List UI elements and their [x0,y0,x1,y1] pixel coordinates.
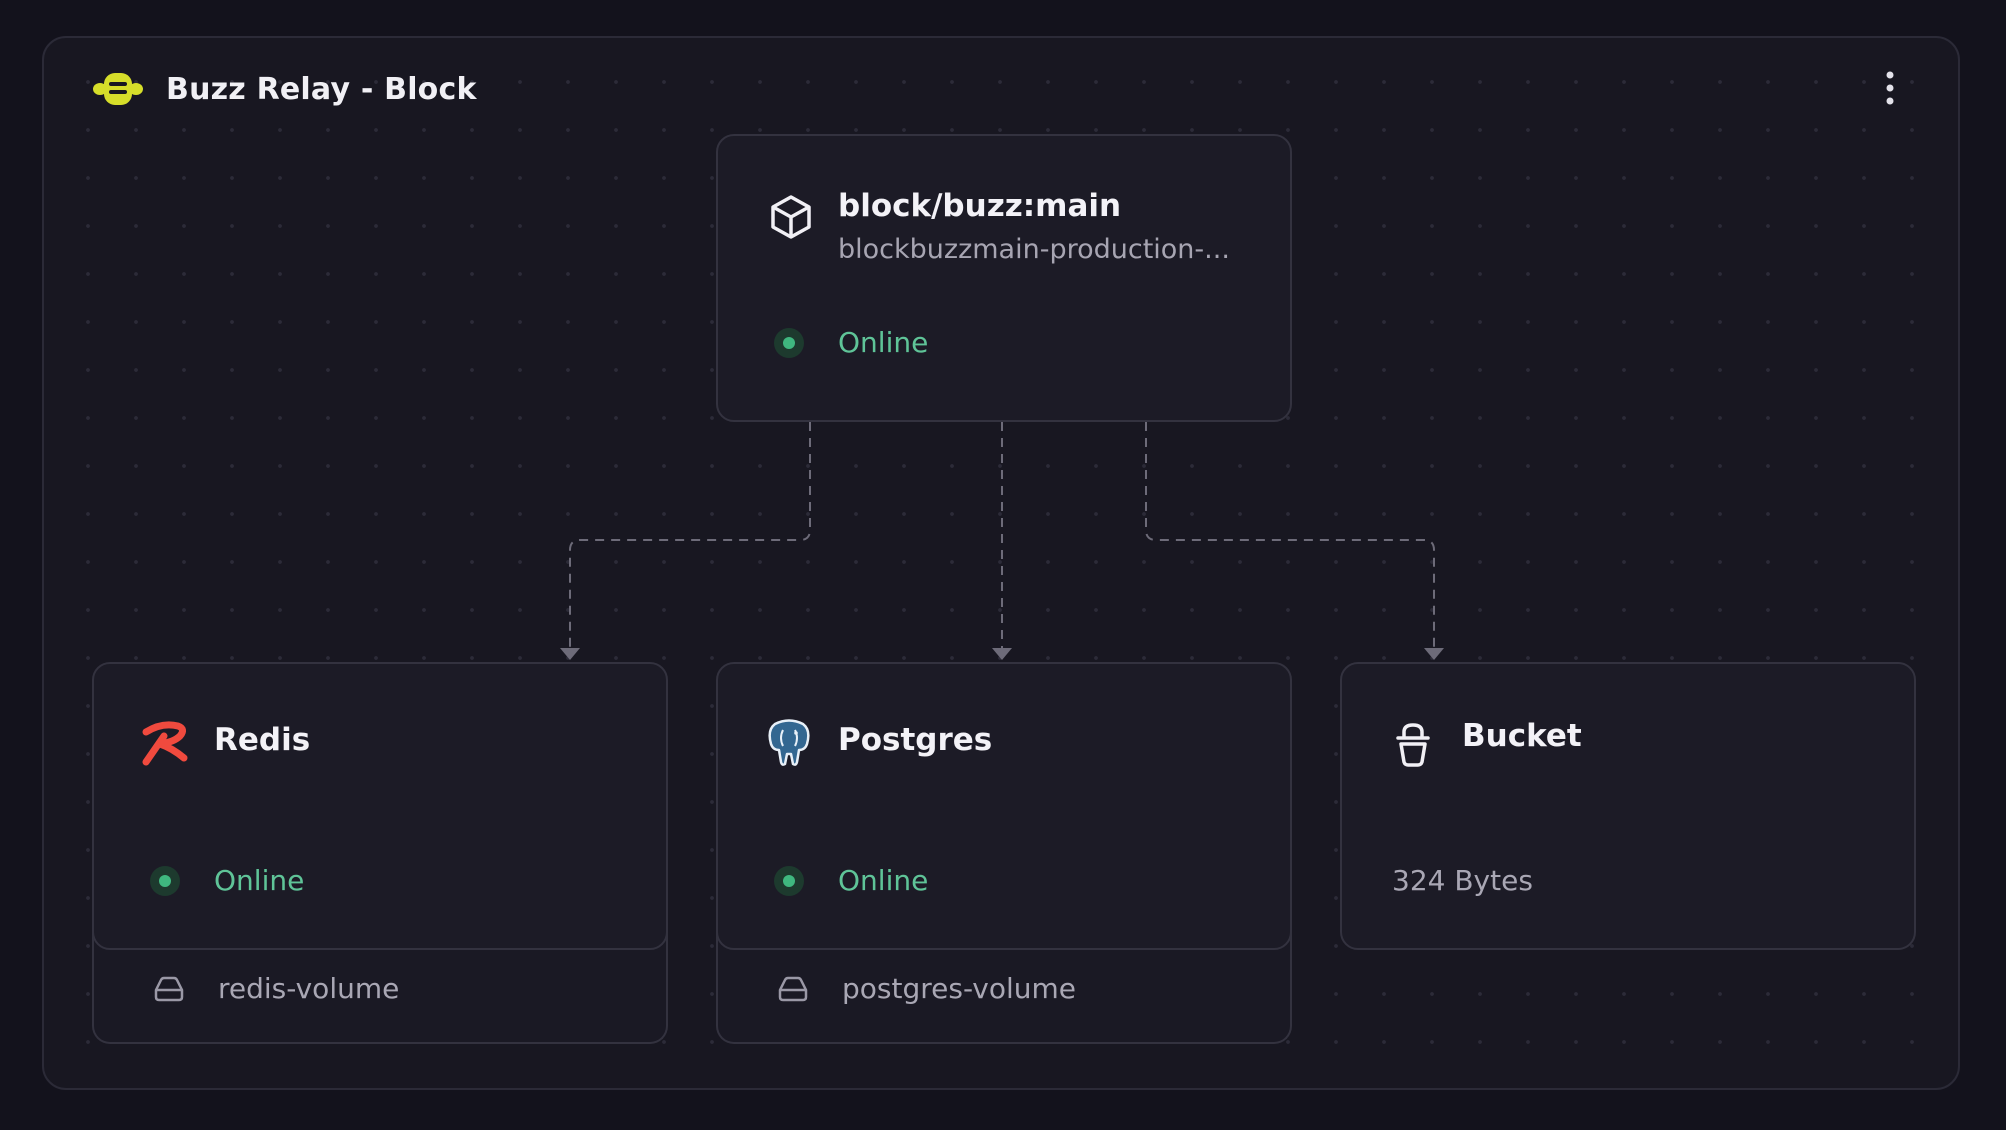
status-online-dot [774,327,804,358]
service-status: Online [774,326,928,359]
service-title: Bucket [1462,718,1582,754]
service-card-postgres[interactable]: Postgres Online [716,662,1292,950]
status-online-dot [774,865,804,896]
project-canvas: Buzz Relay - Block block/buzz:main block… [0,0,2006,1130]
volume-row: postgres-volume [776,972,1076,1005]
postgres-elephant-icon [764,718,814,768]
bucket-size: 324 Bytes [1392,864,1533,897]
service-card-main[interactable]: block/buzz:main blockbuzzmain-production… [716,134,1292,422]
drive-icon [776,974,810,1004]
volume-row: redis-volume [152,972,399,1005]
bee-icon [92,69,144,109]
project-title: Buzz Relay - Block [166,71,477,107]
service-title: block/buzz:main [838,188,1122,224]
service-title: Redis [214,722,311,758]
drive-icon [152,974,186,1004]
service-card-redis[interactable]: Redis Online [92,662,668,950]
service-title: Postgres [838,722,993,758]
status-text: Online [838,864,929,897]
status-text: Online [214,864,305,897]
project-header: Buzz Relay - Block [92,64,477,114]
vertical-dots-icon [1886,71,1894,105]
cube-icon [766,192,816,242]
service-card-bucket[interactable]: Bucket 324 Bytes [1340,662,1916,950]
volume-name: redis-volume [218,972,400,1005]
project-menu-button[interactable] [1872,66,1908,110]
bucket-icon [1388,720,1438,770]
service-status: Online [774,864,928,897]
status-text: Online [838,326,929,359]
status-online-dot [150,865,180,896]
service-status: Online [150,864,304,897]
redis-icon [140,718,190,768]
volume-name: postgres-volume [842,972,1077,1005]
service-domain: blockbuzzmain-production-... [838,234,1230,265]
